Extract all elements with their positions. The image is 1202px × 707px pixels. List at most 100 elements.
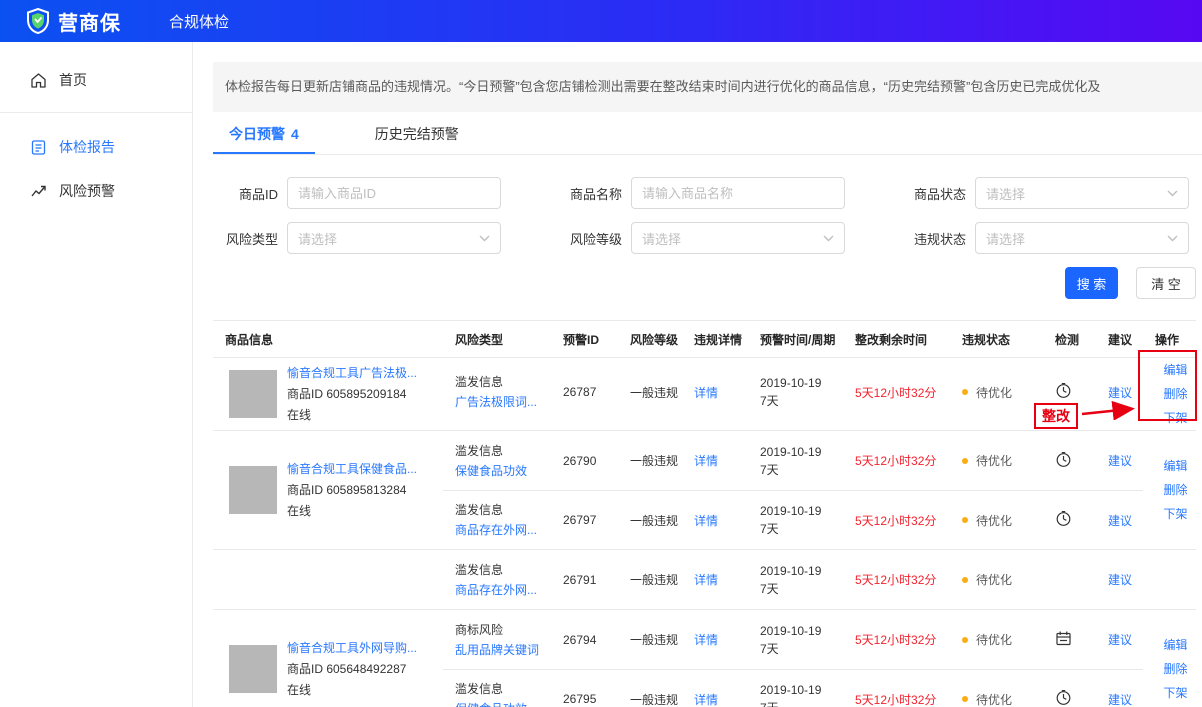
header-violation-detail: 违规详情 <box>682 331 748 348</box>
product-id-text: 商品ID 605895813284 <box>287 480 417 501</box>
action-cell: 编辑 删除 下架 <box>1143 431 1196 549</box>
header-detect: 检测 <box>1043 331 1096 348</box>
suggest-link[interactable]: 建议 <box>1108 633 1132 647</box>
filter-label-risk-type: 风险类型 <box>213 229 278 248</box>
delete-link[interactable]: 删除 <box>1163 657 1187 681</box>
detail-link[interactable]: 详情 <box>694 454 718 468</box>
product-status-select[interactable]: 请选择 <box>975 177 1189 209</box>
product-name-input[interactable] <box>631 177 845 209</box>
filter-label-product-name: 商品名称 <box>501 184 622 203</box>
detail-link[interactable]: 详情 <box>694 633 718 647</box>
status-text: 待优化 <box>976 512 1012 529</box>
risk-level: 一般违规 <box>618 571 682 588</box>
status-text: 待优化 <box>976 452 1012 469</box>
edit-link[interactable]: 编辑 <box>1163 454 1187 478</box>
risk-level-select[interactable]: 请选择 <box>631 222 845 254</box>
search-button[interactable]: 搜 索 <box>1065 267 1118 299</box>
table-row: 滥发信息 商品存在外网... 26791 一般违规 详情 2019-10-19 … <box>443 550 1143 609</box>
warn-period: 7天 <box>760 392 843 410</box>
risk-detail-link[interactable]: 商品存在外网... <box>455 580 551 600</box>
header-risk-type: 风险类型 <box>443 331 551 348</box>
remaining-time: 5天12小时32分 <box>843 384 950 401</box>
risk-detail-link[interactable]: 广告法极限词... <box>455 392 551 412</box>
delete-link[interactable]: 删除 <box>1163 382 1187 406</box>
chevron-down-icon <box>1167 190 1178 197</box>
sidebar-item-home[interactable]: 首页 <box>0 58 192 102</box>
warn-period: 7天 <box>760 520 843 538</box>
header-warn-time: 预警时间/周期 <box>748 331 843 348</box>
status-text: 待优化 <box>976 384 1012 401</box>
clock-icon[interactable] <box>1055 382 1072 399</box>
sidebar-item-label: 体检报告 <box>59 137 115 157</box>
warn-id: 26787 <box>551 385 618 399</box>
product-id-text: 商品ID 605895209184 <box>287 384 417 405</box>
risk-type-select[interactable]: 请选择 <box>287 222 501 254</box>
product-thumbnail <box>229 466 277 514</box>
edit-link[interactable]: 编辑 <box>1163 633 1187 657</box>
offline-link[interactable]: 下架 <box>1163 406 1187 430</box>
risk-level: 一般违规 <box>618 452 682 469</box>
table-row: 滥发信息 保健食品功效 26795 一般违规 详情 2019-10-19 7天 … <box>443 669 1143 707</box>
tab-history-warning[interactable]: 历史完结预警 <box>359 114 475 154</box>
risk-type-text: 滥发信息 <box>455 679 551 699</box>
detail-link[interactable]: 详情 <box>694 514 718 528</box>
product-title-link[interactable]: 愉音合规工具广告法极... <box>287 363 417 384</box>
topnav-compliance-check[interactable]: 合规体检 <box>169 11 229 32</box>
clock-icon[interactable] <box>1055 689 1072 706</box>
detail-link[interactable]: 详情 <box>694 573 718 587</box>
warn-date: 2019-10-19 <box>760 443 843 461</box>
sidebar-item-label: 首页 <box>59 70 87 90</box>
offline-link[interactable]: 下架 <box>1163 502 1187 526</box>
filter-label-violation-status: 违规状态 <box>845 229 966 248</box>
suggest-link[interactable]: 建议 <box>1108 454 1132 468</box>
tab-today-warning[interactable]: 今日预警4 <box>213 114 315 154</box>
annotation-label: 整改 <box>1034 403 1078 429</box>
clear-button[interactable]: 清 空 <box>1136 267 1196 299</box>
filter-label-product-status: 商品状态 <box>845 184 966 203</box>
chevron-down-icon <box>823 235 834 242</box>
product-title-link[interactable]: 愉音合规工具外网导购... <box>287 638 417 659</box>
status-text: 待优化 <box>976 631 1012 648</box>
risk-level: 一般违规 <box>618 631 682 648</box>
product-title-link[interactable]: 愉音合规工具保健食品... <box>287 459 417 480</box>
violation-status-select[interactable]: 请选择 <box>975 222 1189 254</box>
sidebar-item-health-report[interactable]: 体检报告 <box>0 125 192 169</box>
header-action: 操作 <box>1143 331 1196 348</box>
product-thumbnail <box>229 645 277 693</box>
status-dot <box>962 389 968 395</box>
detail-link[interactable]: 详情 <box>694 386 718 400</box>
warn-date: 2019-10-19 <box>760 502 843 520</box>
filter-label-risk-level: 风险等级 <box>501 229 622 248</box>
delete-link[interactable]: 删除 <box>1163 478 1187 502</box>
suggest-link[interactable]: 建议 <box>1108 514 1132 528</box>
warning-table: 商品信息 风险类型 预警ID 风险等级 违规详情 预警时间/周期 整改剩余时间 … <box>213 320 1196 707</box>
suggest-link[interactable]: 建议 <box>1108 573 1132 587</box>
warn-id: 26794 <box>551 633 618 647</box>
table-row: 滥发信息 保健食品功效 26790 一般违规 详情 2019-10-19 7天 … <box>443 431 1143 490</box>
sidebar-item-risk-warning[interactable]: 风险预警 <box>0 169 192 213</box>
risk-detail-link[interactable]: 保健食品功效 <box>455 461 551 481</box>
detail-link[interactable]: 详情 <box>694 693 718 707</box>
table-group: 愉音合规工具保健食品... 商品ID 605895813284 在线 滥发信息 … <box>213 431 1196 550</box>
clock-icon[interactable] <box>1055 451 1072 468</box>
product-id-input[interactable] <box>287 177 501 209</box>
offline-link[interactable]: 下架 <box>1163 681 1187 705</box>
suggest-link[interactable]: 建议 <box>1108 693 1132 707</box>
filter-label-product-id: 商品ID <box>213 184 278 203</box>
risk-detail-link[interactable]: 保健食品功效 <box>455 699 551 707</box>
edit-link[interactable]: 编辑 <box>1163 358 1187 382</box>
suggest-link[interactable]: 建议 <box>1108 386 1132 400</box>
header-violation-status: 违规状态 <box>950 331 1043 348</box>
product-cell: 愉音合规工具外网导购... 商品ID 605648492287 在线 <box>213 610 443 707</box>
product-status-text: 在线 <box>287 405 417 426</box>
warn-period: 7天 <box>760 699 843 707</box>
clock-icon[interactable] <box>1055 510 1072 527</box>
calendar-icon[interactable] <box>1055 630 1072 647</box>
action-cell: 编辑 删除 下架 <box>1143 358 1196 430</box>
risk-detail-link[interactable]: 商品存在外网... <box>455 520 551 540</box>
action-cell-empty <box>1143 550 1196 609</box>
header-risk-level: 风险等级 <box>618 331 682 348</box>
warn-id: 26790 <box>551 454 618 468</box>
risk-detail-link[interactable]: 乱用品牌关键词 <box>455 640 551 660</box>
warn-date: 2019-10-19 <box>760 562 843 580</box>
